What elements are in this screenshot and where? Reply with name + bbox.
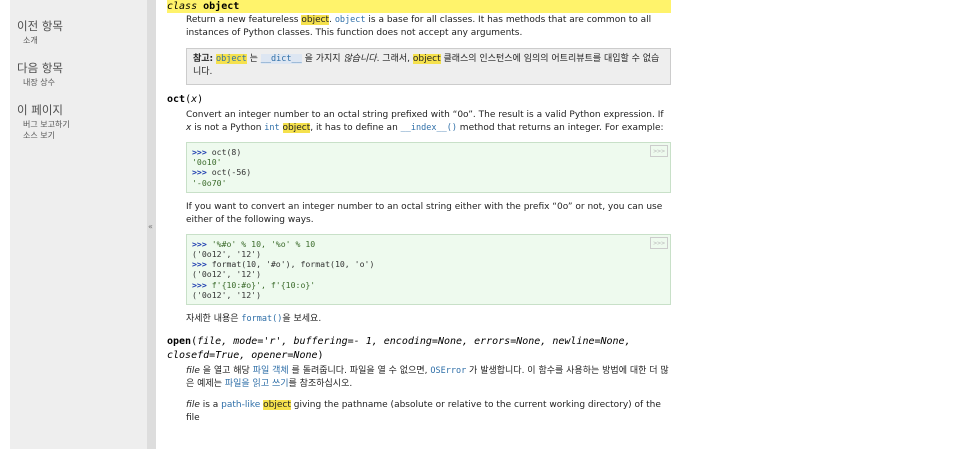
oct-desc-text-3: , it has to define an bbox=[310, 123, 401, 133]
oct-desc-text-4: method that returns an integer. For exam… bbox=[456, 123, 664, 133]
sidebar-next-heading: 다음 항목 bbox=[17, 61, 63, 75]
object-highlight: object bbox=[301, 15, 330, 25]
object-name: object bbox=[203, 1, 240, 12]
int-link[interactable]: int bbox=[264, 123, 279, 133]
open-desc-text-2: 를 돌려줍니다. 파일을 열 수 없으면, bbox=[288, 366, 431, 377]
open-description: file 을 열고 해당 파일 객체 를 돌려줍니다. 파일을 열 수 없으면,… bbox=[186, 365, 671, 425]
note-emphasis: 않습니다 bbox=[343, 54, 377, 64]
open-desc-text-4: 를 참조하십시오. bbox=[288, 379, 353, 390]
copy-prompt-toggle-2[interactable]: >>> bbox=[650, 236, 668, 250]
main-content: class object Return a new featureless ob… bbox=[167, 0, 671, 425]
code2-line-2: >>> format(10, '#o'), format(10, 'o') bbox=[192, 259, 375, 270]
oct-example-code: >>> >>> oct(8) '0o10' >>> oct(-56) '-0o70… bbox=[186, 142, 671, 193]
open-desc2-text: is a bbox=[199, 400, 222, 411]
code2-line-4: >>> f'{10:#o}', f'{10:o}' bbox=[192, 279, 316, 290]
sidebar-prev-heading: 이전 항목 bbox=[17, 19, 63, 33]
open-file-emphasis-2: file bbox=[186, 400, 200, 411]
object-description: Return a new featureless object. object … bbox=[186, 14, 671, 85]
object-desc-text: Return a new featureless bbox=[186, 15, 302, 25]
open-signature: open(file, mode='r', buffering=- 1, enco… bbox=[167, 336, 631, 362]
object-signature: class object bbox=[167, 0, 671, 13]
reading-writing-files-link[interactable]: 파일을 읽고 쓰기 bbox=[225, 379, 289, 389]
sidebar-next-link[interactable]: 내장 상수 bbox=[17, 77, 147, 88]
code1-line-1: '0o10' bbox=[192, 157, 222, 168]
sidebar: 이전 항목 소개 다음 항목 내장 상수 이 페이지 버그 보고하기 소스 보기 bbox=[10, 0, 147, 449]
collapse-chevron-icon: « bbox=[148, 222, 153, 231]
sidebar-next-section: 다음 항목 내장 상수 bbox=[17, 60, 147, 88]
code2-line-0: >>> '%#o' % 10, '%o' % 10 bbox=[192, 238, 316, 249]
format-link[interactable]: format() bbox=[241, 314, 282, 324]
note-object-link[interactable]: object bbox=[216, 54, 247, 64]
open-object-highlight: object bbox=[263, 400, 291, 411]
sidebar-prev-section: 이전 항목 소개 bbox=[17, 18, 147, 46]
open-file-emphasis: file bbox=[186, 366, 200, 377]
oct-desc-text: Convert an integer number to an octal st… bbox=[186, 110, 664, 120]
oct-desc-2: If you want to convert an integer number… bbox=[186, 201, 663, 225]
oct-format-code: >>> >>> '%#o' % 10, '%o' % 10 ('0o12', '1… bbox=[186, 233, 671, 306]
open-name: open bbox=[167, 336, 192, 348]
sidebar-report-bug-link[interactable]: 버그 보고하기 bbox=[17, 119, 147, 130]
oct-signature: oct(x) bbox=[167, 94, 204, 105]
file-object-link[interactable]: 파일 객체 bbox=[253, 366, 289, 376]
copy-prompt-toggle[interactable]: >>> bbox=[650, 145, 668, 158]
code2-line-1: ('0o12', '12') bbox=[192, 249, 262, 260]
open-args: file, mode='r', buffering=- 1, encoding=… bbox=[197, 336, 631, 348]
open-args-2: closefd=True, opener=None bbox=[167, 350, 318, 362]
see-also-text-2: 을 보세요. bbox=[282, 314, 322, 325]
index-method-link[interactable]: __index__() bbox=[401, 123, 457, 133]
note-text-3: . 그래서, bbox=[376, 54, 413, 64]
sidebar-view-source-link[interactable]: 소스 보기 bbox=[17, 130, 147, 141]
sidebar-prev-link[interactable]: 소개 bbox=[17, 35, 147, 46]
sidebar-collapse-button[interactable]: « bbox=[147, 0, 156, 449]
code1-line-0: >>> oct(8) bbox=[192, 147, 242, 157]
path-like-link[interactable]: path-like bbox=[221, 400, 260, 410]
sidebar-page-heading: 이 페이지 bbox=[17, 103, 63, 117]
object-code-link[interactable]: object bbox=[335, 15, 366, 25]
class-keyword: class bbox=[167, 1, 198, 12]
code2-line-3: ('0o12', '12') bbox=[192, 269, 262, 280]
oct-object-highlight: object bbox=[282, 123, 311, 133]
object-note: 참고: object 는 __dict__ 을 가지지 않습니다. 그래서, o… bbox=[186, 48, 671, 85]
note-label: 참고: bbox=[193, 54, 214, 64]
see-also-text: 자세한 내용은 bbox=[186, 314, 242, 325]
code1-line-2: >>> oct(-56) bbox=[192, 167, 252, 178]
oct-name: oct bbox=[167, 94, 186, 105]
code1-line-3: '-0o70' bbox=[192, 177, 227, 188]
note-dict-link[interactable]: __dict__ bbox=[260, 54, 302, 64]
note-text-2: 을 가지지 bbox=[301, 54, 344, 64]
code2-line-5: ('0o12', '12') bbox=[192, 289, 262, 300]
note-text-1: 는 bbox=[246, 54, 261, 64]
oserror-link[interactable]: OSError bbox=[430, 366, 466, 376]
sidebar-page-section: 이 페이지 버그 보고하기 소스 보기 bbox=[17, 102, 147, 141]
open-desc-text: 을 열고 해당 bbox=[199, 366, 253, 377]
oct-description: Convert an integer number to an octal st… bbox=[186, 109, 671, 326]
oct-see-also: 자세한 내용은 format()을 보세요. bbox=[186, 313, 671, 326]
oct-arg: x bbox=[191, 94, 198, 105]
oct-desc-text-2: is not a Python bbox=[191, 123, 265, 133]
note-object-highlight: object bbox=[412, 54, 441, 64]
